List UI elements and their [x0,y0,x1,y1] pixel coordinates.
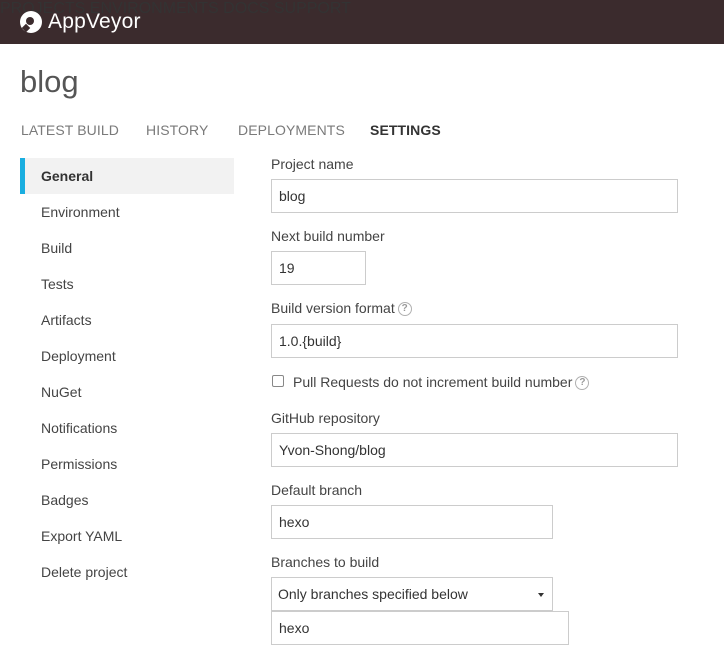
sidebar-item-delete-project[interactable]: Delete project [20,554,234,590]
pull-requests-label[interactable]: Pull Requests do not increment build num… [293,374,572,390]
github-repository-input[interactable]: Yvon-Shong/blog [271,433,678,467]
next-build-number-input[interactable]: 19 [271,251,366,285]
top-navigation-bar: AppVeyor PROJECTS ENVIRONMENTS DOCS SUPP… [0,0,724,44]
appveyor-logo[interactable]: AppVeyor [20,9,141,35]
default-branch-label: Default branch [271,482,363,498]
project-name-label: Project name [271,156,354,172]
branches-to-build-selected: Only branches specified below [278,586,468,602]
help-icon[interactable]: ? [575,376,590,391]
sidebar-item-badges[interactable]: Badges [20,482,234,518]
branch-filter-input[interactable]: hexo [271,611,569,645]
pull-requests-checkbox[interactable] [272,375,284,387]
nav-support-link[interactable]: SUPPORT [274,0,351,17]
help-icon[interactable]: ? [397,302,412,317]
brand-name: AppVeyor [48,10,141,33]
next-build-number-label: Next build number [271,228,385,244]
sidebar-item-notifications[interactable]: Notifications [20,410,234,446]
tab-history[interactable]: HISTORY [146,122,208,138]
sidebar-item-build[interactable]: Build [20,230,234,266]
appveyor-logo-icon [20,11,42,33]
sidebar-item-environment[interactable]: Environment [20,194,234,230]
branches-to-build-select[interactable]: Only branches specified below [271,577,553,611]
tab-latest-build[interactable]: LATEST BUILD [21,122,119,138]
build-version-format-label-row: Build version format? [271,300,412,317]
sidebar-item-general[interactable]: General [20,158,234,194]
nav-docs-link[interactable]: DOCS [223,0,269,17]
sidebar-item-tests[interactable]: Tests [20,266,234,302]
caret-down-icon [538,593,544,597]
github-repository-label: GitHub repository [271,410,380,426]
sidebar-item-export-yaml[interactable]: Export YAML [20,518,234,554]
project-name-input[interactable]: blog [271,179,678,213]
sidebar-item-artifacts[interactable]: Artifacts [20,302,234,338]
build-version-format-input[interactable]: 1.0.{build} [271,324,678,358]
page-title: blog [20,64,79,99]
sidebar-item-deployment[interactable]: Deployment [20,338,234,374]
sidebar-item-nuget[interactable]: NuGet [20,374,234,410]
default-branch-input[interactable]: hexo [271,505,553,539]
pull-requests-label-row: Pull Requests do not increment build num… [293,374,590,391]
tab-deployments[interactable]: DEPLOYMENTS [238,122,345,138]
branches-to-build-label: Branches to build [271,554,380,570]
sidebar-item-permissions[interactable]: Permissions [20,446,234,482]
build-version-format-label: Build version format [271,300,395,316]
tab-settings[interactable]: SETTINGS [370,122,441,138]
